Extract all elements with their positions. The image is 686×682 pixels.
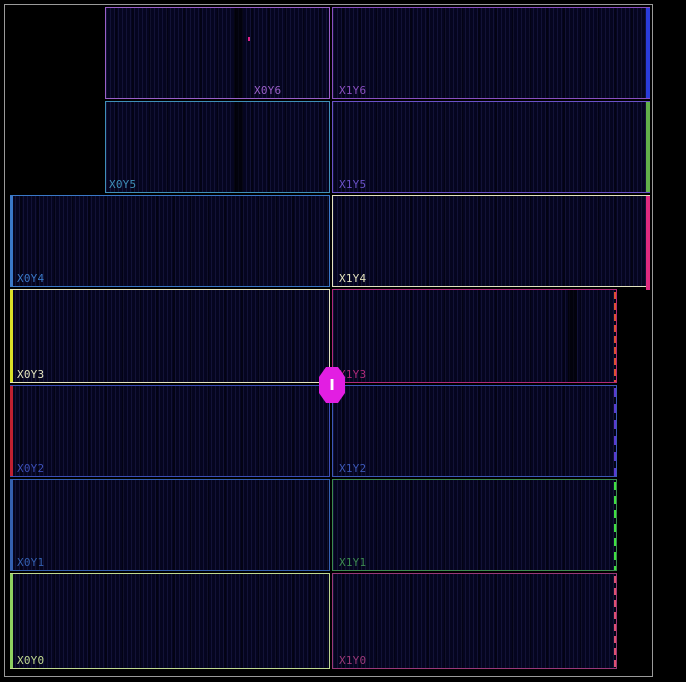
region-label: X0Y0 bbox=[17, 654, 45, 667]
region-label: X0Y4 bbox=[17, 272, 45, 285]
region-label: X1Y6 bbox=[339, 84, 367, 97]
marker-label: I bbox=[329, 376, 335, 394]
edge-marker-red bbox=[10, 386, 13, 476]
clock-region-x1y0[interactable]: X1Y0 bbox=[332, 573, 617, 669]
clock-region-x1y6[interactable]: X1Y6 bbox=[332, 7, 650, 99]
region-label: X1Y4 bbox=[339, 272, 367, 285]
region-label: X0Y3 bbox=[17, 368, 45, 381]
clock-region-x1y2[interactable]: X1Y2 bbox=[332, 385, 617, 477]
clock-region-x1y1[interactable]: X1Y1 bbox=[332, 479, 617, 571]
clock-region-x0y3[interactable]: X0Y3 bbox=[10, 289, 330, 383]
edge-marker-yellow bbox=[10, 290, 13, 382]
region-column-shading bbox=[234, 8, 243, 98]
edge-marker-pink bbox=[646, 196, 650, 290]
edge-marker-lime bbox=[10, 574, 13, 668]
region-label: X1Y2 bbox=[339, 462, 367, 475]
region-label: X1Y1 bbox=[339, 556, 367, 569]
region-column-shading bbox=[568, 290, 577, 382]
clock-region-x1y4[interactable]: X1Y4 bbox=[332, 195, 650, 287]
instance-marker-hexagon[interactable]: I bbox=[319, 367, 345, 403]
clock-region-x0y2[interactable]: X0Y2 bbox=[10, 385, 330, 477]
edge-marker-pink-dashed bbox=[614, 576, 616, 668]
region-label: X0Y1 bbox=[17, 556, 45, 569]
clock-region-x1y5[interactable]: X1Y5 bbox=[332, 101, 650, 193]
clock-region-x0y0[interactable]: X0Y0 bbox=[10, 573, 330, 669]
clock-region-x0y5[interactable]: X0Y5 bbox=[105, 101, 330, 193]
edge-marker-green bbox=[646, 102, 650, 192]
edge-marker-blue-left bbox=[10, 196, 13, 286]
clock-region-x0y4[interactable]: X0Y4 bbox=[10, 195, 330, 287]
region-label: X0Y2 bbox=[17, 462, 45, 475]
region-label: X0Y5 bbox=[109, 178, 137, 191]
clock-region-x0y1[interactable]: X0Y1 bbox=[10, 479, 330, 571]
clock-region-x0y6[interactable]: X0Y6 bbox=[105, 7, 330, 99]
placed-cell[interactable] bbox=[248, 37, 250, 41]
region-label: X1Y5 bbox=[339, 178, 367, 191]
edge-marker-bright-green bbox=[614, 482, 616, 570]
edge-marker-purple bbox=[614, 388, 616, 476]
region-label: X0Y6 bbox=[254, 84, 282, 97]
edge-marker-blue-left bbox=[10, 480, 13, 570]
edge-marker-blue bbox=[646, 8, 650, 98]
clock-region-x1y3[interactable]: X1Y3 bbox=[332, 289, 617, 383]
edge-marker-orange bbox=[614, 292, 616, 382]
region-column-shading bbox=[234, 102, 243, 192]
region-label: X1Y0 bbox=[339, 654, 367, 667]
